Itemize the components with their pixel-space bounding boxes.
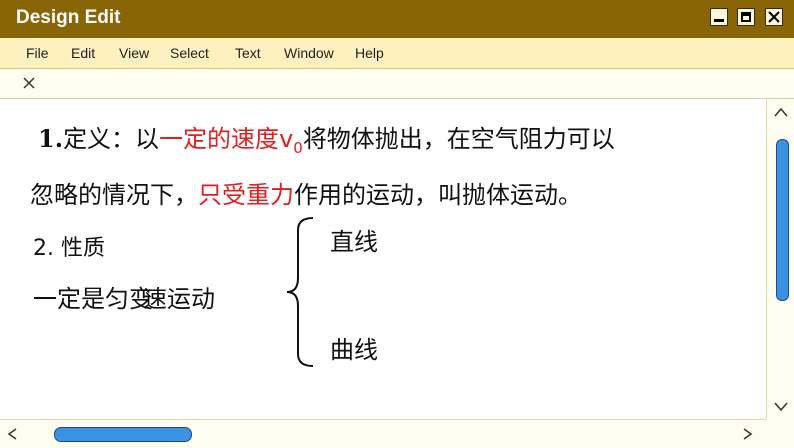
scroll-right-icon[interactable] (742, 427, 754, 441)
highlight-velocity: 一定的速度 (159, 125, 280, 153)
branch-curved-line: 曲线 (330, 336, 378, 364)
highlight-gravity-only: 只受重力 (198, 181, 294, 209)
horizontal-scrollbar[interactable] (0, 419, 766, 448)
horizontal-scroll-thumb[interactable] (54, 427, 192, 442)
menu-bar: File Edit View Select Text Window Help (0, 38, 794, 69)
branch-straight-line: 直线 (330, 228, 378, 256)
scrollbar-corner (766, 419, 794, 447)
property-heading: 2. 性质 (33, 236, 105, 261)
menu-text[interactable]: Text (235, 45, 261, 61)
definition-line-1: 1.定义：以一定的速度v0将物体抛出，在空气阻力可以 (38, 124, 615, 157)
menu-file[interactable]: File (26, 45, 49, 61)
menu-window[interactable]: Window (284, 45, 334, 61)
vertical-scrollbar[interactable] (766, 99, 794, 419)
close-tab-icon[interactable] (22, 76, 36, 90)
menu-select[interactable]: Select (170, 45, 209, 61)
scroll-left-icon[interactable] (6, 427, 18, 441)
menu-help[interactable]: Help (355, 45, 384, 61)
tab-strip (0, 69, 794, 99)
velocity-symbol: v0 (279, 125, 303, 157)
close-icon (768, 11, 780, 23)
item-number-1: 1. (38, 124, 64, 153)
definition-line-2: 忽略的情况下，只受重力作用的运动，叫抛体运动。 (30, 181, 582, 209)
minimize-button[interactable] (710, 8, 728, 26)
title-bar: Design Edit (0, 0, 794, 38)
curly-brace-icon (286, 217, 314, 367)
vertical-scroll-thumb[interactable] (776, 139, 789, 301)
menu-edit[interactable]: Edit (71, 45, 95, 61)
window-title: Design Edit (16, 7, 121, 28)
property-statement: 一定是匀变速运动 (33, 285, 215, 313)
maximize-button[interactable] (737, 8, 755, 26)
close-window-button[interactable] (765, 8, 783, 26)
document-canvas[interactable]: 1.定义：以一定的速度v0将物体抛出，在空气阻力可以 忽略的情况下，只受重力作用… (0, 99, 766, 419)
scroll-down-icon[interactable] (773, 401, 789, 413)
scroll-up-icon[interactable] (773, 106, 789, 118)
menu-view[interactable]: View (119, 45, 149, 61)
